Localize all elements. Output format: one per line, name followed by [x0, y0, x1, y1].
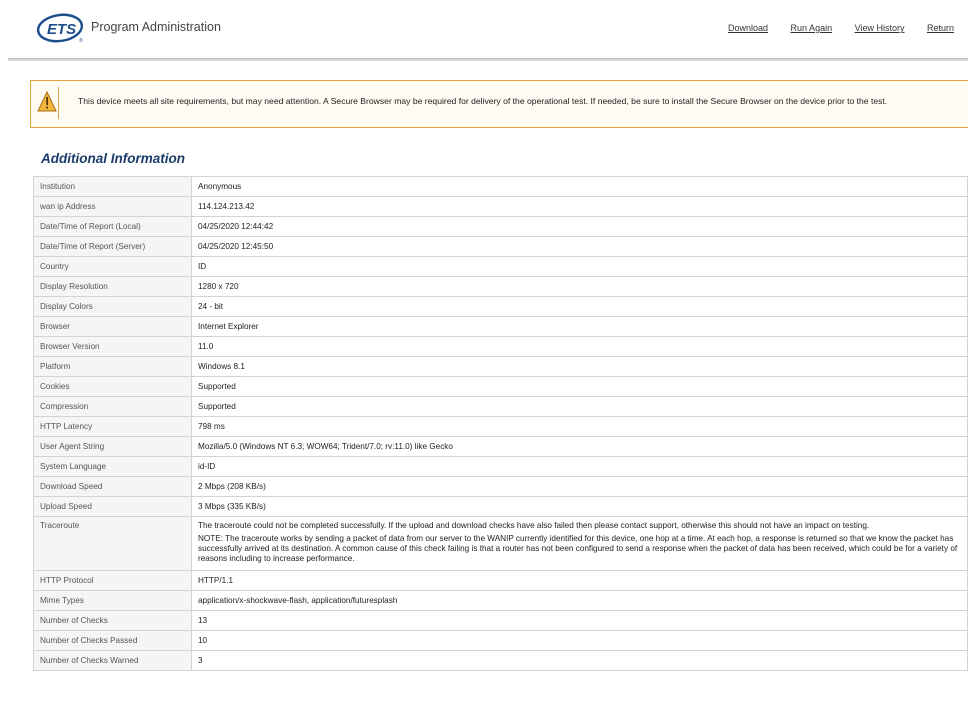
row-label: Upload Speed — [33, 496, 192, 517]
table-row: Browser Internet Explorer — [33, 316, 968, 337]
return-link[interactable]: Return — [927, 23, 954, 33]
row-label: Number of Checks Warned — [33, 650, 192, 671]
table-row: Traceroute The traceroute could not be co… — [33, 516, 968, 571]
table-row: Mime Types application/x-shockwave-flash,… — [33, 590, 968, 611]
row-label: Compression — [33, 396, 192, 417]
row-label: wan ip Address — [33, 196, 192, 217]
row-label: Display Colors — [33, 296, 192, 317]
logo-text: ETS — [47, 21, 76, 38]
table-row: Institution Anonymous — [33, 176, 968, 197]
table-row: Number of Checks 13 — [33, 610, 968, 631]
row-label: Country — [33, 256, 192, 277]
table-row: Platform Windows 8.1 — [33, 356, 968, 377]
row-label: User Agent String — [33, 436, 192, 457]
row-label: HTTP Protocol — [33, 570, 192, 591]
row-value: Supported — [191, 396, 968, 417]
row-value: 3 — [191, 650, 968, 671]
notice-text: This device meets all site requirements,… — [78, 96, 888, 106]
row-label: Date/Time of Report (Local) — [33, 216, 192, 237]
row-label: HTTP Latency — [33, 416, 192, 437]
table-row: HTTP Latency 798 ms — [33, 416, 968, 437]
row-label: Mime Types — [33, 590, 192, 611]
top-nav: Download Run Again View History Return — [708, 23, 954, 33]
row-label: Browser — [33, 316, 192, 337]
table-row: wan ip Address 114.124.213.42 — [33, 196, 968, 217]
row-value: ID — [191, 256, 968, 277]
table-row: Display Colors 24 - bit — [33, 296, 968, 317]
row-label: Number of Checks Passed — [33, 630, 192, 651]
warning-triangle-icon — [37, 87, 59, 119]
row-value: HTTP/1.1 — [191, 570, 968, 591]
table-row: Download Speed 2 Mbps (208 KB/s) — [33, 476, 968, 497]
section-title: Additional Information — [41, 151, 185, 166]
info-table: Institution Anonymous wan ip Address 114.12… — [33, 176, 968, 671]
row-label: Traceroute — [33, 516, 192, 571]
table-row: Number of Checks Warned 3 — [33, 650, 968, 671]
row-label: Number of Checks — [33, 610, 192, 631]
download-link[interactable]: Download — [728, 23, 768, 33]
table-row: Number of Checks Passed 10 — [33, 630, 968, 651]
table-row: System Language id-ID — [33, 456, 968, 477]
row-label: Download Speed — [33, 476, 192, 497]
row-value: Mozilla/5.0 (Windows NT 6.3; WOW64; Trid… — [191, 436, 968, 457]
table-row: HTTP Protocol HTTP/1.1 — [33, 570, 968, 591]
row-label: Display Resolution — [33, 276, 192, 297]
table-row: Compression Supported — [33, 396, 968, 417]
row-value: 04/25/2020 12:44:42 — [191, 216, 968, 237]
table-row: Browser Version 11.0 — [33, 336, 968, 357]
row-label: Browser Version — [33, 336, 192, 357]
table-row: Country ID — [33, 256, 968, 277]
row-value: 13 — [191, 610, 968, 631]
row-label: System Language — [33, 456, 192, 477]
table-row: Date/Time of Report (Local) 04/25/2020 12… — [33, 216, 968, 237]
row-value: 04/25/2020 12:45:50 — [191, 236, 968, 257]
row-value: 114.124.213.42 — [191, 196, 968, 217]
table-row: Cookies Supported — [33, 376, 968, 397]
row-value: 10 — [191, 630, 968, 651]
row-value: application/x-shockwave-flash, applicati… — [191, 590, 968, 611]
run-again-link[interactable]: Run Again — [791, 23, 833, 33]
table-row: User Agent String Mozilla/5.0 (Windows NT… — [33, 436, 968, 457]
row-value: Supported — [191, 376, 968, 397]
header: ETS ® Program Administration Download Ru… — [0, 0, 968, 61]
row-value: The traceroute could not be completed su… — [191, 516, 968, 571]
view-history-link[interactable]: View History — [855, 23, 905, 33]
table-row: Upload Speed 3 Mbps (335 KB/s) — [33, 496, 968, 517]
row-value: 798 ms — [191, 416, 968, 437]
page-title: Program Administration — [91, 20, 221, 34]
row-value: Windows 8.1 — [191, 356, 968, 377]
traceroute-note: NOTE: The traceroute works by sending a … — [198, 534, 958, 563]
row-value: 2 Mbps (208 KB/s) — [191, 476, 968, 497]
row-value: id-ID — [191, 456, 968, 477]
logo-registered-mark: ® — [79, 37, 83, 43]
ets-logo: ETS ® — [36, 13, 84, 43]
row-value: 11.0 — [191, 336, 968, 357]
row-value: Anonymous — [191, 176, 968, 197]
row-label: Platform — [33, 356, 192, 377]
row-label: Date/Time of Report (Server) — [33, 236, 192, 257]
row-value: 1280 x 720 — [191, 276, 968, 297]
header-divider — [8, 58, 968, 61]
row-label: Institution — [33, 176, 192, 197]
row-value: 3 Mbps (335 KB/s) — [191, 496, 968, 517]
row-value: 24 - bit — [191, 296, 968, 317]
table-row: Date/Time of Report (Server) 04/25/2020 1… — [33, 236, 968, 257]
table-row: Display Resolution 1280 x 720 — [33, 276, 968, 297]
row-value: Internet Explorer — [191, 316, 968, 337]
warning-notice: This device meets all site requirements,… — [30, 80, 968, 128]
row-label: Cookies — [33, 376, 192, 397]
traceroute-result: The traceroute could not be completed su… — [198, 521, 870, 530]
